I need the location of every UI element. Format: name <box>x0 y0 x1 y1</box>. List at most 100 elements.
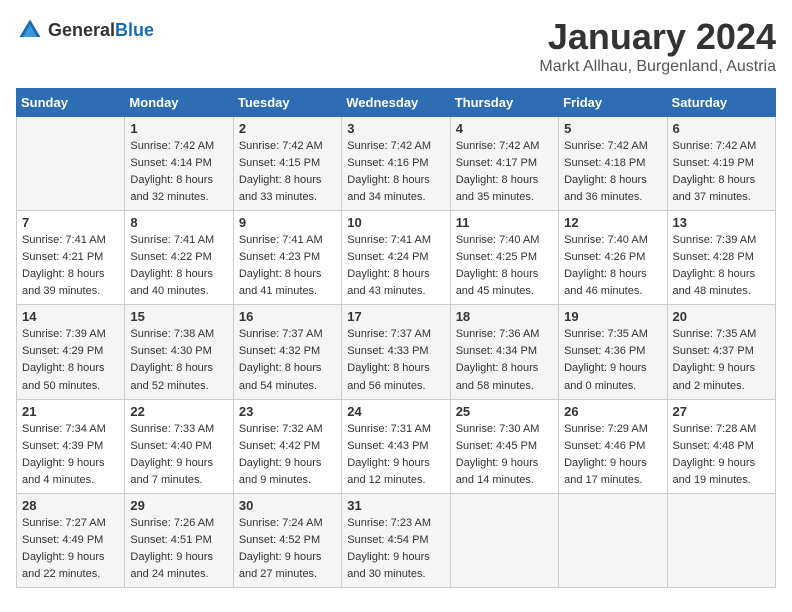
day-number: 5 <box>564 121 661 136</box>
header-cell-thursday: Thursday <box>450 89 558 117</box>
day-info: Sunrise: 7:38 AMSunset: 4:30 PMDaylight:… <box>130 326 227 394</box>
day-number: 17 <box>347 309 444 324</box>
day-number: 18 <box>456 309 553 324</box>
title-block: January 2024 Markt Allhau, Burgenland, A… <box>539 16 776 76</box>
day-info: Sunrise: 7:26 AMSunset: 4:51 PMDaylight:… <box>130 515 227 583</box>
day-info: Sunrise: 7:36 AMSunset: 4:34 PMDaylight:… <box>456 326 553 394</box>
calendar-day-cell: 2 Sunrise: 7:42 AMSunset: 4:15 PMDaylight… <box>233 117 341 211</box>
calendar-day-cell: 19 Sunrise: 7:35 AMSunset: 4:36 PMDayligh… <box>559 305 667 399</box>
day-info: Sunrise: 7:42 AMSunset: 4:16 PMDaylight:… <box>347 138 444 206</box>
day-info: Sunrise: 7:41 AMSunset: 4:24 PMDaylight:… <box>347 232 444 300</box>
calendar-day-cell: 9 Sunrise: 7:41 AMSunset: 4:23 PMDaylight… <box>233 211 341 305</box>
day-info: Sunrise: 7:32 AMSunset: 4:42 PMDaylight:… <box>239 421 336 489</box>
day-number: 28 <box>22 498 119 513</box>
calendar-week-row: 28 Sunrise: 7:27 AMSunset: 4:49 PMDayligh… <box>17 493 776 587</box>
day-number: 14 <box>22 309 119 324</box>
day-number: 12 <box>564 215 661 230</box>
calendar-table: SundayMondayTuesdayWednesdayThursdayFrid… <box>16 88 776 588</box>
logo-icon <box>16 16 44 44</box>
day-number: 27 <box>673 404 770 419</box>
day-number: 16 <box>239 309 336 324</box>
calendar-day-cell: 18 Sunrise: 7:36 AMSunset: 4:34 PMDayligh… <box>450 305 558 399</box>
day-number: 1 <box>130 121 227 136</box>
day-info: Sunrise: 7:42 AMSunset: 4:17 PMDaylight:… <box>456 138 553 206</box>
day-info: Sunrise: 7:35 AMSunset: 4:37 PMDaylight:… <box>673 326 770 394</box>
calendar-day-cell: 3 Sunrise: 7:42 AMSunset: 4:16 PMDaylight… <box>342 117 450 211</box>
calendar-day-cell: 6 Sunrise: 7:42 AMSunset: 4:19 PMDaylight… <box>667 117 775 211</box>
calendar-day-cell <box>667 493 775 587</box>
calendar-day-cell: 29 Sunrise: 7:26 AMSunset: 4:51 PMDayligh… <box>125 493 233 587</box>
day-info: Sunrise: 7:23 AMSunset: 4:54 PMDaylight:… <box>347 515 444 583</box>
calendar-day-cell: 8 Sunrise: 7:41 AMSunset: 4:22 PMDaylight… <box>125 211 233 305</box>
day-number: 23 <box>239 404 336 419</box>
calendar-day-cell: 11Sunrise: 7:40 AMSunset: 4:25 PMDayligh… <box>450 211 558 305</box>
logo-general: General <box>48 20 115 40</box>
header-row: SundayMondayTuesdayWednesdayThursdayFrid… <box>17 89 776 117</box>
day-info: Sunrise: 7:24 AMSunset: 4:52 PMDaylight:… <box>239 515 336 583</box>
calendar-day-cell: 24Sunrise: 7:31 AMSunset: 4:43 PMDayligh… <box>342 399 450 493</box>
calendar-day-cell: 30 Sunrise: 7:24 AMSunset: 4:52 PMDayligh… <box>233 493 341 587</box>
calendar-week-row: 7 Sunrise: 7:41 AMSunset: 4:21 PMDaylight… <box>17 211 776 305</box>
calendar-week-row: 1 Sunrise: 7:42 AMSunset: 4:14 PMDaylight… <box>17 117 776 211</box>
calendar-day-cell <box>450 493 558 587</box>
calendar-day-cell: 17 Sunrise: 7:37 AMSunset: 4:33 PMDayligh… <box>342 305 450 399</box>
calendar-day-cell: 26Sunrise: 7:29 AMSunset: 4:46 PMDayligh… <box>559 399 667 493</box>
day-number: 19 <box>564 309 661 324</box>
day-number: 6 <box>673 121 770 136</box>
calendar-day-cell: 10Sunrise: 7:41 AMSunset: 4:24 PMDayligh… <box>342 211 450 305</box>
day-info: Sunrise: 7:30 AMSunset: 4:45 PMDaylight:… <box>456 421 553 489</box>
day-info: Sunrise: 7:42 AMSunset: 4:18 PMDaylight:… <box>564 138 661 206</box>
day-number: 22 <box>130 404 227 419</box>
day-number: 24 <box>347 404 444 419</box>
day-info: Sunrise: 7:35 AMSunset: 4:36 PMDaylight:… <box>564 326 661 394</box>
calendar-day-cell <box>17 117 125 211</box>
day-number: 3 <box>347 121 444 136</box>
logo: GeneralBlue <box>16 16 154 44</box>
calendar-day-cell: 22 Sunrise: 7:33 AMSunset: 4:40 PMDayligh… <box>125 399 233 493</box>
day-number: 11 <box>456 215 553 230</box>
day-number: 30 <box>239 498 336 513</box>
page-header: GeneralBlue January 2024 Markt Allhau, B… <box>16 16 776 76</box>
day-info: Sunrise: 7:42 AMSunset: 4:14 PMDaylight:… <box>130 138 227 206</box>
day-number: 2 <box>239 121 336 136</box>
calendar-day-cell: 21 Sunrise: 7:34 AMSunset: 4:39 PMDayligh… <box>17 399 125 493</box>
calendar-subtitle: Markt Allhau, Burgenland, Austria <box>539 58 776 76</box>
header-cell-friday: Friday <box>559 89 667 117</box>
day-info: Sunrise: 7:27 AMSunset: 4:49 PMDaylight:… <box>22 515 119 583</box>
day-info: Sunrise: 7:42 AMSunset: 4:15 PMDaylight:… <box>239 138 336 206</box>
header-cell-tuesday: Tuesday <box>233 89 341 117</box>
day-number: 7 <box>22 215 119 230</box>
calendar-day-cell: 16 Sunrise: 7:37 AMSunset: 4:32 PMDayligh… <box>233 305 341 399</box>
day-number: 9 <box>239 215 336 230</box>
day-number: 21 <box>22 404 119 419</box>
header-cell-monday: Monday <box>125 89 233 117</box>
day-number: 29 <box>130 498 227 513</box>
header-cell-saturday: Saturday <box>667 89 775 117</box>
header-cell-wednesday: Wednesday <box>342 89 450 117</box>
day-info: Sunrise: 7:37 AMSunset: 4:32 PMDaylight:… <box>239 326 336 394</box>
calendar-day-cell: 15 Sunrise: 7:38 AMSunset: 4:30 PMDayligh… <box>125 305 233 399</box>
day-number: 8 <box>130 215 227 230</box>
calendar-title: January 2024 <box>539 16 776 58</box>
day-info: Sunrise: 7:33 AMSunset: 4:40 PMDaylight:… <box>130 421 227 489</box>
day-number: 25 <box>456 404 553 419</box>
calendar-week-row: 21 Sunrise: 7:34 AMSunset: 4:39 PMDayligh… <box>17 399 776 493</box>
header-cell-sunday: Sunday <box>17 89 125 117</box>
day-info: Sunrise: 7:37 AMSunset: 4:33 PMDaylight:… <box>347 326 444 394</box>
day-info: Sunrise: 7:34 AMSunset: 4:39 PMDaylight:… <box>22 421 119 489</box>
calendar-week-row: 14 Sunrise: 7:39 AMSunset: 4:29 PMDayligh… <box>17 305 776 399</box>
day-info: Sunrise: 7:41 AMSunset: 4:21 PMDaylight:… <box>22 232 119 300</box>
day-info: Sunrise: 7:39 AMSunset: 4:28 PMDaylight:… <box>673 232 770 300</box>
calendar-day-cell: 23 Sunrise: 7:32 AMSunset: 4:42 PMDayligh… <box>233 399 341 493</box>
calendar-day-cell: 12Sunrise: 7:40 AMSunset: 4:26 PMDayligh… <box>559 211 667 305</box>
day-number: 15 <box>130 309 227 324</box>
day-info: Sunrise: 7:41 AMSunset: 4:23 PMDaylight:… <box>239 232 336 300</box>
calendar-body: 1 Sunrise: 7:42 AMSunset: 4:14 PMDaylight… <box>17 117 776 588</box>
day-info: Sunrise: 7:39 AMSunset: 4:29 PMDaylight:… <box>22 326 119 394</box>
calendar-day-cell: 1 Sunrise: 7:42 AMSunset: 4:14 PMDaylight… <box>125 117 233 211</box>
day-info: Sunrise: 7:42 AMSunset: 4:19 PMDaylight:… <box>673 138 770 206</box>
calendar-day-cell: 7 Sunrise: 7:41 AMSunset: 4:21 PMDaylight… <box>17 211 125 305</box>
calendar-day-cell: 20Sunrise: 7:35 AMSunset: 4:37 PMDayligh… <box>667 305 775 399</box>
day-info: Sunrise: 7:41 AMSunset: 4:22 PMDaylight:… <box>130 232 227 300</box>
day-number: 31 <box>347 498 444 513</box>
